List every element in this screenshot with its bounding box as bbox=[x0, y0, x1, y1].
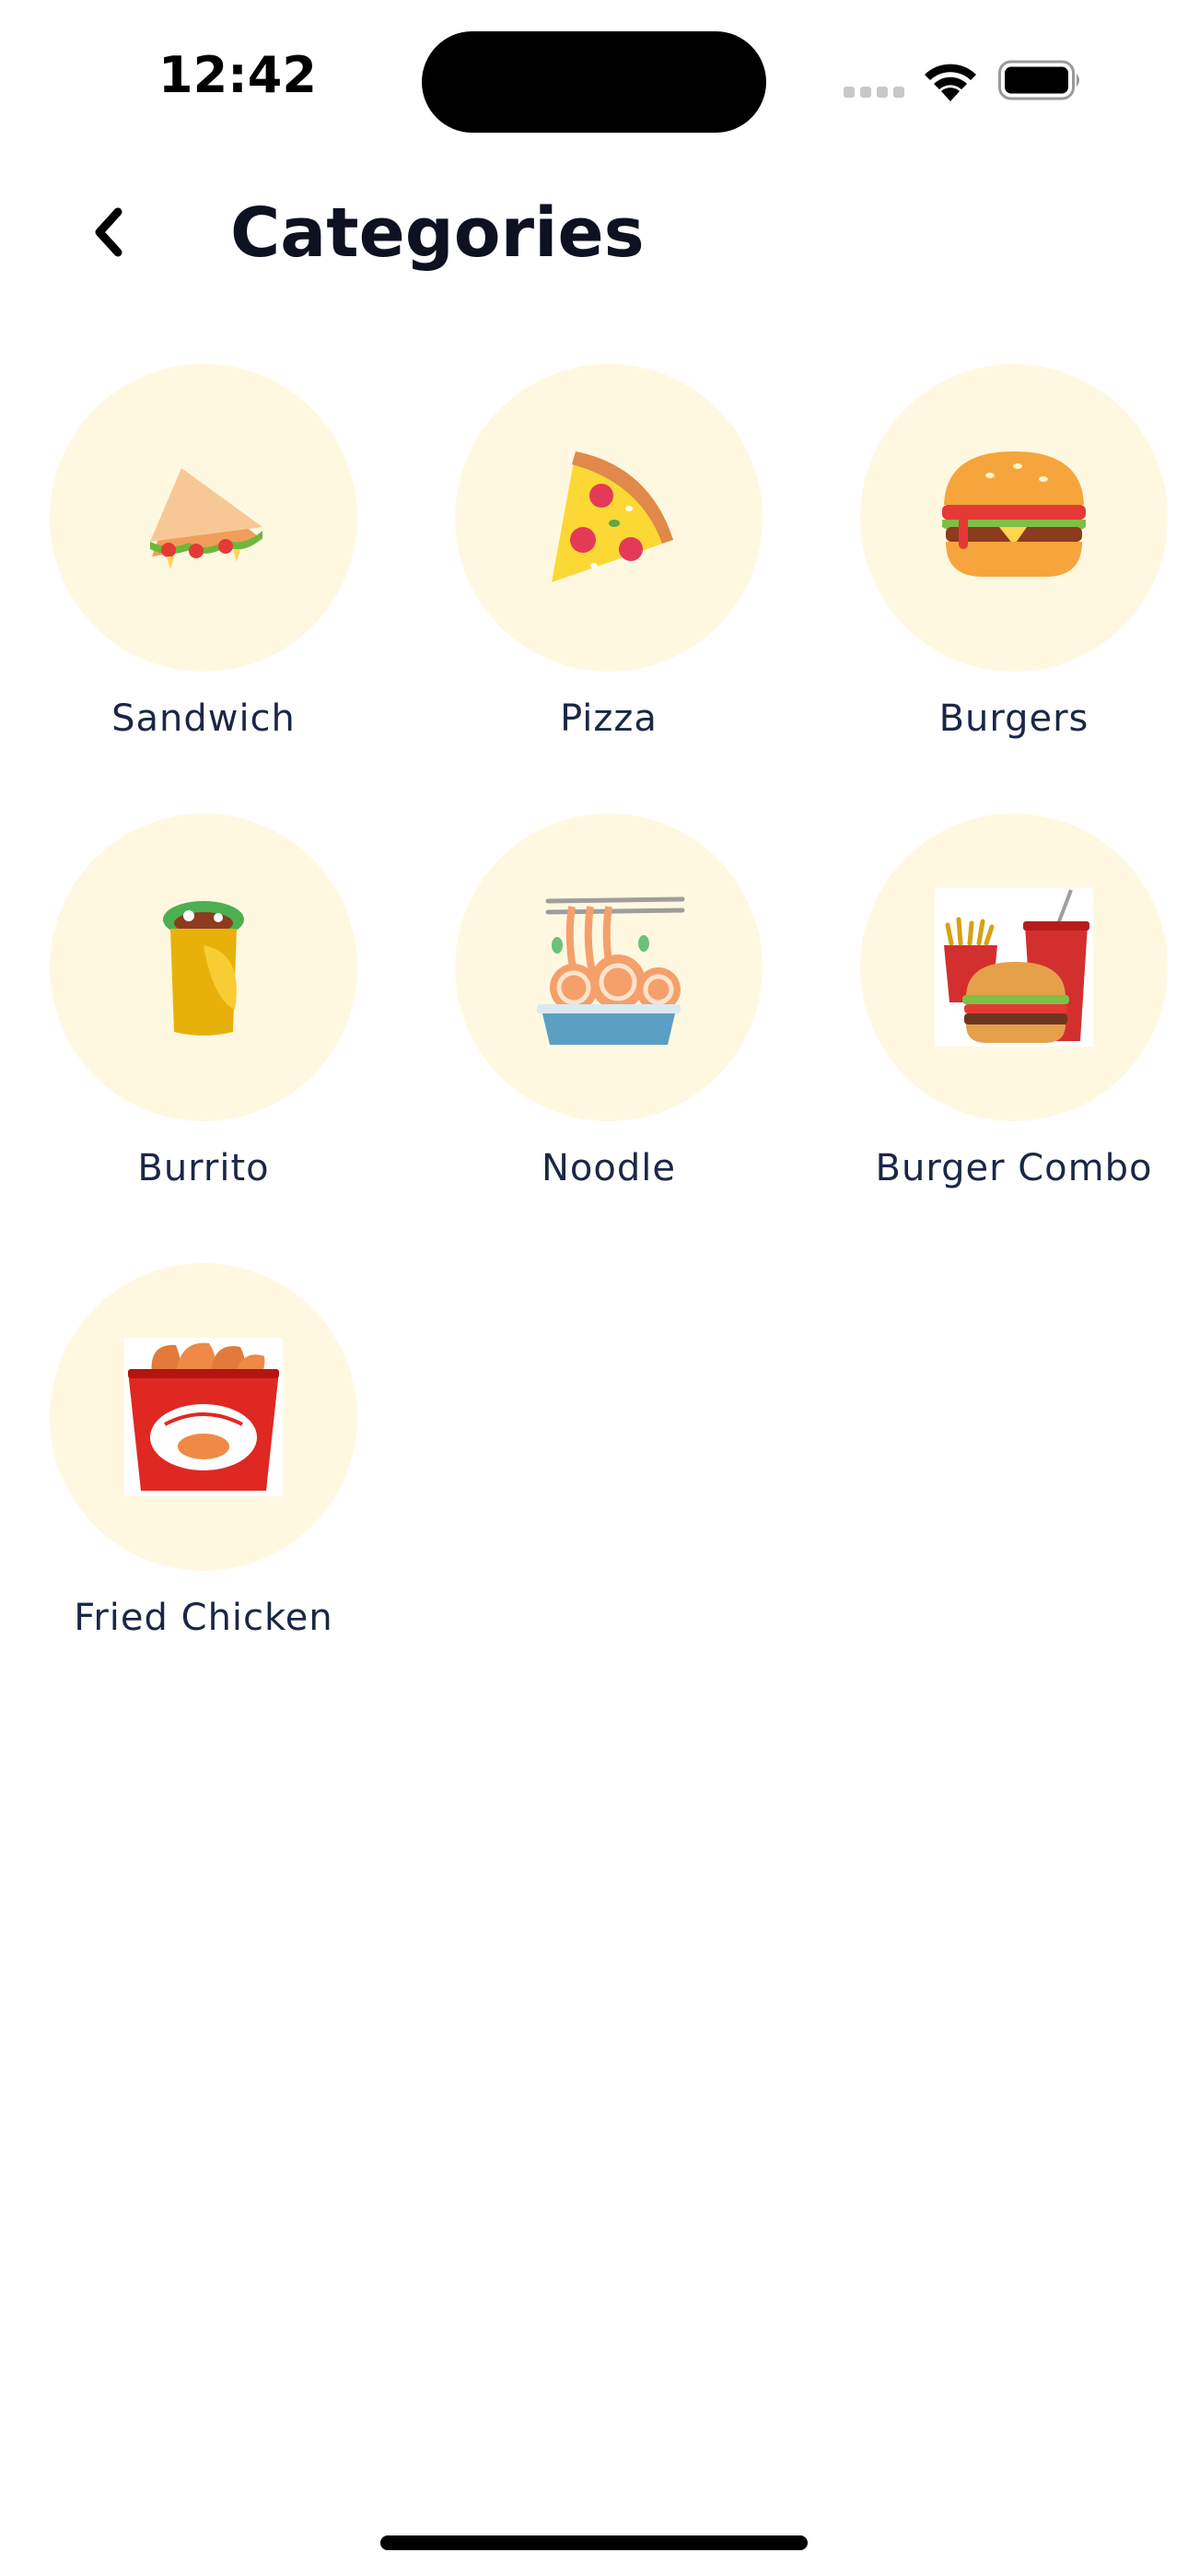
page-title: Categories bbox=[230, 193, 645, 273]
wifi-icon bbox=[925, 64, 976, 101]
category-noodle[interactable]: Noodle bbox=[405, 814, 810, 1210]
fried-chicken-icon bbox=[124, 1338, 283, 1496]
cellular-signal-icon bbox=[844, 87, 906, 100]
category-burger-combo[interactable]: Burger Combo bbox=[810, 814, 1188, 1210]
category-circle bbox=[50, 1263, 357, 1571]
chevron-left-icon bbox=[95, 207, 122, 257]
category-label: Burrito bbox=[137, 1147, 270, 1189]
burrito-icon bbox=[163, 901, 244, 1036]
category-circle bbox=[455, 364, 763, 672]
category-circle bbox=[50, 364, 357, 672]
home-indicator[interactable] bbox=[380, 2535, 808, 2550]
pizza-icon bbox=[552, 451, 673, 582]
category-label: Pizza bbox=[560, 697, 658, 740]
category-circle bbox=[50, 814, 357, 1121]
battery-icon bbox=[998, 60, 1079, 100]
category-label: Fried Chicken bbox=[74, 1597, 333, 1639]
sandwich-icon bbox=[150, 468, 262, 569]
category-label: Sandwich bbox=[111, 697, 296, 740]
status-bar: 12:42 bbox=[0, 0, 1188, 157]
category-burrito[interactable]: Burrito bbox=[0, 814, 405, 1210]
back-button[interactable] bbox=[74, 192, 144, 273]
category-label: Burgers bbox=[938, 697, 1089, 740]
category-pizza[interactable]: Pizza bbox=[405, 364, 810, 760]
category-burgers[interactable]: Burgers bbox=[810, 364, 1188, 760]
category-circle bbox=[455, 814, 763, 1121]
status-time: 12:42 bbox=[158, 46, 317, 104]
category-label: Burger Combo bbox=[875, 1147, 1153, 1189]
category-circle bbox=[860, 814, 1168, 1121]
category-circle bbox=[860, 364, 1168, 672]
noodle-icon bbox=[537, 896, 685, 1045]
header: Categories bbox=[0, 175, 1188, 295]
dynamic-island bbox=[422, 31, 766, 133]
burger-icon bbox=[942, 451, 1086, 577]
category-label: Noodle bbox=[542, 1147, 676, 1189]
category-fried-chicken[interactable]: Fried Chicken bbox=[0, 1263, 405, 1659]
category-sandwich[interactable]: Sandwich bbox=[0, 364, 405, 760]
burger-combo-icon bbox=[935, 888, 1093, 1047]
